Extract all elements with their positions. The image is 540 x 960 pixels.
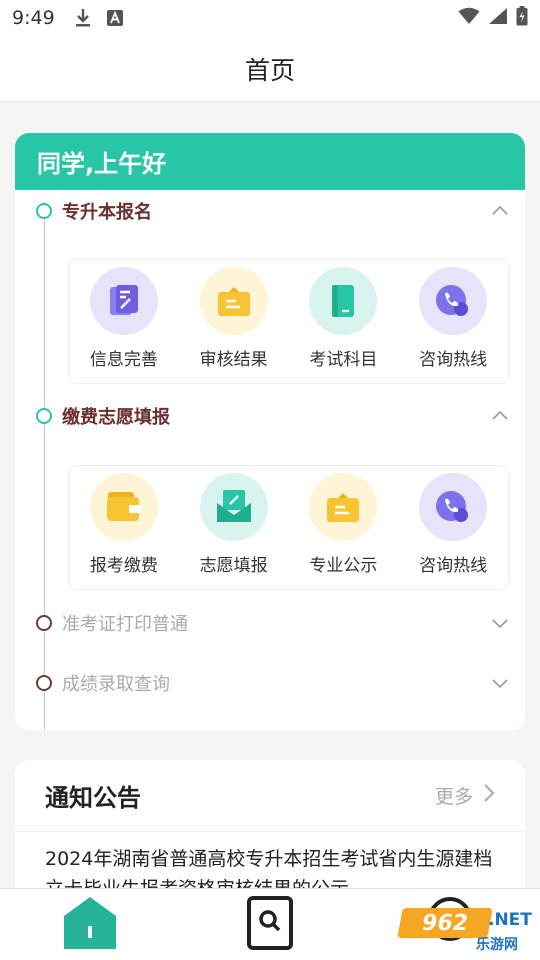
grid-item-pay[interactable]: 报考缴费 [71,473,176,576]
timeline-line [44,210,45,730]
chevron-down-icon[interactable] [491,614,509,632]
keyboard-a-icon [105,8,125,28]
grid-item-label: 信息完善 [89,350,158,370]
briefcase-icon [199,267,268,335]
section-title: 准考证打印普通 [62,614,188,635]
notice-title: 通知公告 [45,784,141,812]
timeline-dot [36,408,52,424]
battery-icon [516,6,528,30]
book-icon [309,267,378,335]
search-document-icon [246,895,294,955]
phone-icon [419,473,488,541]
grid-item-label: 志愿填报 [199,556,268,576]
section-header-registration[interactable]: 专升本报名 [15,196,525,226]
notice-more-link[interactable]: 更多 [435,782,495,809]
watermark-net: .NET [488,910,532,930]
greeting-banner: 同学,上午好 [15,133,525,190]
grid-item-label: 咨询热线 [419,556,488,576]
grid-item-majors[interactable]: 专业公示 [291,473,396,576]
status-time: 9:49 [12,7,55,29]
chevron-up-icon[interactable] [491,202,509,220]
grid-item-hotline[interactable]: 咨询热线 [401,473,506,576]
registration-card: 同学,上午好 专升本报名 信息完善 审核结果 考试科目 咨询热线 缴费志愿填报 … [15,133,525,730]
status-bar: 9:49 [0,0,540,36]
wifi-icon [458,7,480,29]
grid-item-label: 专业公示 [309,556,378,576]
chevron-down-icon[interactable] [491,674,509,692]
grid-item-info[interactable]: 信息完善 [71,267,176,370]
chevron-up-icon[interactable] [491,407,509,425]
tab-home[interactable] [50,893,130,957]
section-grid-payment: 报考缴费 志愿填报 专业公示 咨询热线 [68,465,509,590]
timeline-dot [36,615,52,631]
section-header-payment[interactable]: 缴费志愿填报 [15,401,525,431]
grid-item-hotline[interactable]: 咨询热线 [401,267,506,370]
grid-item-review[interactable]: 审核结果 [181,267,286,370]
section-header-scores[interactable]: 成绩录取查询 [15,668,525,698]
grid-item-label: 报考缴费 [89,556,158,576]
grid-item-label: 审核结果 [199,350,268,370]
tab-search[interactable] [230,893,310,957]
wallet-icon [89,473,158,541]
grid-item-subjects[interactable]: 考试科目 [291,267,396,370]
timeline-dot [36,203,52,219]
timeline-dot [36,675,52,691]
grid-item-label: 咨询热线 [419,350,488,370]
notice-header: 通知公告 更多 [15,760,525,832]
page-title: 首页 [244,55,295,85]
phone-icon [419,267,488,335]
briefcase-icon [309,473,378,541]
home-icon [61,894,119,956]
section-grid-registration: 信息完善 审核结果 考试科目 咨询热线 [68,259,509,384]
download-icon [73,8,93,28]
section-title: 缴费志愿填报 [62,407,170,428]
signal-icon [488,7,508,29]
grid-item-label: 考试科目 [309,350,378,370]
envelope-icon [199,473,268,541]
watermark-sub: 乐游网 [476,937,518,953]
edit-document-icon [89,267,158,335]
chevron-right-icon [483,783,495,808]
app-header: 首页 [0,36,540,102]
section-title: 成绩录取查询 [62,674,170,695]
notice-more-label: 更多 [434,786,473,808]
site-watermark: 962 .NET 乐游网 [397,902,532,954]
grid-item-application[interactable]: 志愿填报 [181,473,286,576]
section-header-admission-ticket[interactable]: 准考证打印普通 [15,608,525,638]
section-title: 专升本报名 [62,202,152,223]
